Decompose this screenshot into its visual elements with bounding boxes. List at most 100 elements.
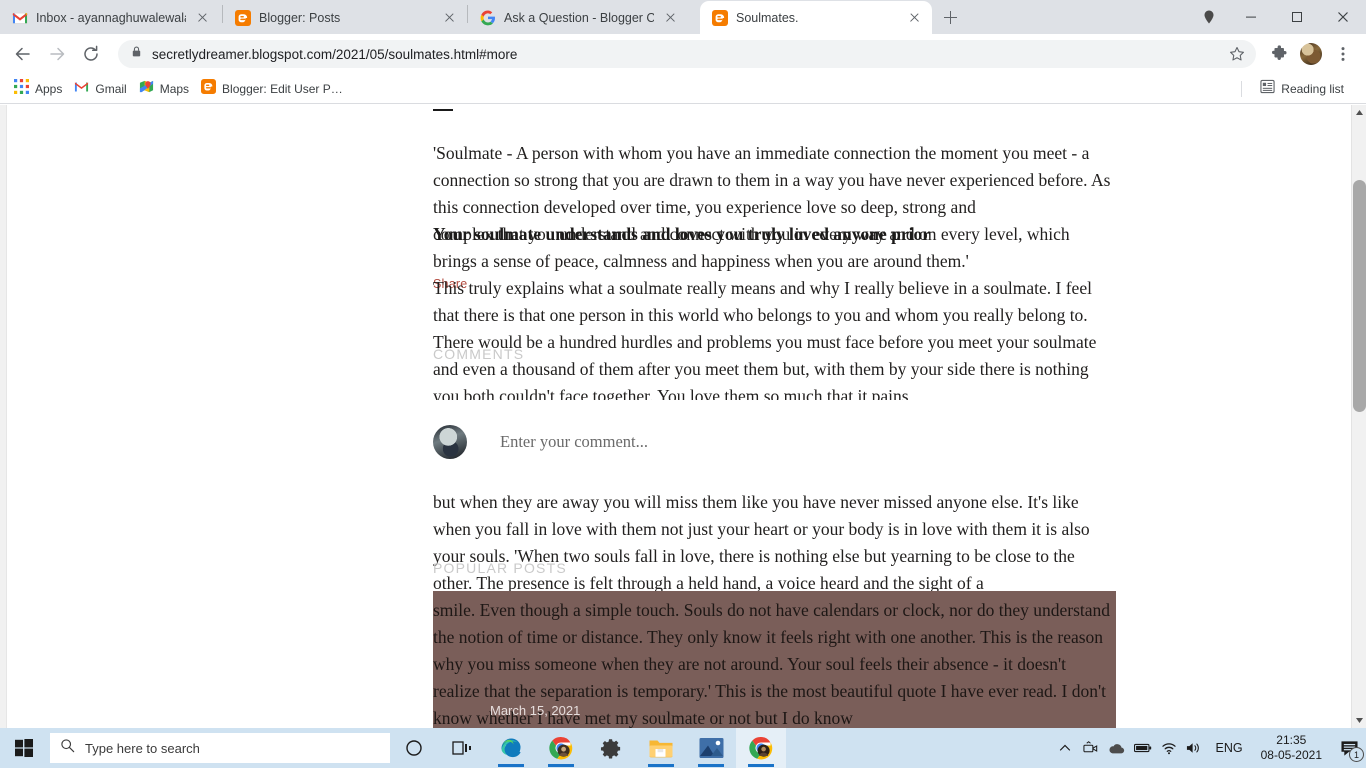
blogger-icon (712, 9, 728, 26)
ghost-overlay-text: Your soulmate understands and loves you … (433, 224, 931, 244)
bookmark-label: Apps (35, 81, 63, 96)
scroll-down-arrow-icon[interactable] (1352, 713, 1366, 728)
browser-toolbar: secretlydreamer.blogspot.com/2021/05/sou… (0, 34, 1366, 74)
search-placeholder: Type here to search (85, 740, 200, 756)
reading-list-button[interactable]: Reading list (1256, 77, 1352, 101)
avatar (1300, 43, 1322, 65)
url-text: secretlydreamer.blogspot.com/2021/05/sou… (152, 46, 518, 62)
forward-button[interactable] (42, 39, 72, 69)
post-paragraph-1: 'Soulmate - A person with whom you have … (433, 140, 1115, 221)
scrollbar-thumb[interactable] (1353, 180, 1366, 412)
post-separator-dash (433, 109, 453, 111)
clock-date: 08-05-2021 (1260, 748, 1322, 762)
browser-tab-soulmates[interactable]: Soulmates. (700, 1, 932, 34)
gmail-icon (12, 10, 28, 26)
bookmark-label: Blogger: Edit User P… (222, 81, 343, 96)
battery-icon[interactable] (1130, 728, 1156, 768)
minimize-button[interactable] (1228, 0, 1274, 34)
close-icon[interactable] (194, 9, 212, 27)
onedrive-icon[interactable] (1104, 728, 1130, 768)
star-icon[interactable] (1228, 45, 1246, 68)
taskbar-app-settings[interactable] (586, 728, 636, 768)
tab-title: Inbox - ayannaghuwalewala@gm (36, 10, 186, 25)
blogger-icon (235, 9, 251, 26)
window-controls (1190, 0, 1366, 34)
reload-button[interactable] (76, 39, 106, 69)
scroll-up-arrow-icon[interactable] (1352, 105, 1366, 120)
browser-tab-blogger-posts[interactable]: Blogger: Posts (223, 1, 467, 34)
browser-tab-blogger-community[interactable]: Ask a Question - Blogger Commu (468, 1, 700, 34)
taskbar-app-google-chrome-2[interactable] (736, 728, 786, 768)
bookmark-apps[interactable]: Apps (10, 77, 70, 101)
bookmark-label: Gmail (95, 81, 127, 96)
bookmark-blogger-edit-user-profile[interactable]: Blogger: Edit User P… (197, 77, 351, 101)
address-bar[interactable]: secretlydreamer.blogspot.com/2021/05/sou… (118, 40, 1256, 68)
page-scrollbar[interactable] (1351, 105, 1366, 728)
windows-taskbar: Type here to search ENG 21:35 08-05-2021… (0, 728, 1366, 768)
close-icon[interactable] (441, 9, 459, 27)
close-window-button[interactable] (1320, 0, 1366, 34)
system-tray: ENG 21:35 08-05-2021 1 (1052, 728, 1366, 768)
browser-tab-gmail[interactable]: Inbox - ayannaghuwalewala@gm (0, 1, 222, 34)
language-indicator[interactable]: ENG (1208, 741, 1251, 755)
maximize-button[interactable] (1274, 0, 1320, 34)
page-viewport: 'Soulmate - A person with whom you have … (0, 105, 1366, 728)
paragraph-text: This truly explains what a soulmate real… (433, 278, 1097, 400)
comment-input-placeholder[interactable]: Enter your comment... (500, 432, 648, 452)
comments-section-label: COMMENTS (433, 346, 525, 362)
tab-title: Ask a Question - Blogger Commu (504, 10, 654, 25)
taskbar-search-box[interactable]: Type here to search (50, 733, 390, 763)
extensions-puzzle-icon[interactable] (1264, 39, 1294, 69)
chrome-browser-window: Inbox - ayannaghuwalewala@gm Blogger: Po… (0, 0, 1366, 728)
chevron-up-icon[interactable] (1052, 728, 1078, 768)
start-button[interactable] (0, 728, 48, 768)
bookmark-label: Maps (159, 81, 190, 96)
new-tab-button[interactable] (936, 3, 964, 31)
comment-input-row[interactable]: Enter your comment... (433, 425, 648, 459)
bookmark-maps[interactable]: Maps (135, 77, 197, 101)
notifications-button[interactable]: 1 (1332, 728, 1366, 768)
cortana-button[interactable] (390, 728, 438, 768)
popular-posts-label: POPULAR POSTS (433, 560, 567, 576)
profile-indicator-icon[interactable] (1190, 0, 1228, 34)
taskbar-app-photos[interactable] (686, 728, 736, 768)
notification-badge: 1 (1349, 747, 1364, 762)
avatar (433, 425, 467, 459)
close-icon[interactable] (662, 9, 680, 27)
camera-icon[interactable] (1078, 728, 1104, 768)
paragraph-text: 'Soulmate - A person with whom you have … (433, 143, 1111, 217)
tab-strip: Inbox - ayannaghuwalewala@gm Blogger: Po… (0, 0, 1366, 34)
taskbar-app-file-explorer[interactable] (636, 728, 686, 768)
reading-list-label: Reading list (1281, 81, 1344, 96)
three-dot-menu[interactable] (1328, 39, 1358, 69)
overlapping-text-line: Your soulmate understands and loves you … (433, 221, 1123, 248)
page-left-border (6, 105, 7, 728)
back-button[interactable] (8, 39, 38, 69)
taskbar-clock[interactable]: 21:35 08-05-2021 (1251, 733, 1332, 763)
reading-list-icon (1260, 79, 1275, 99)
close-icon[interactable] (906, 9, 924, 27)
taskbar-app-microsoft-edge[interactable] (486, 728, 536, 768)
reading-list-area: Reading list (1241, 77, 1356, 101)
profile-avatar[interactable] (1296, 39, 1326, 69)
tab-title: Blogger: Posts (259, 10, 341, 25)
bookmarks-divider (1241, 80, 1243, 97)
tab-title: Soulmates. (736, 10, 799, 25)
taskbar-app-google-chrome[interactable] (536, 728, 586, 768)
blogger-icon (201, 78, 217, 99)
bookmark-gmail[interactable]: Gmail (70, 77, 134, 101)
wifi-icon[interactable] (1156, 728, 1182, 768)
gmail-icon (74, 79, 89, 99)
clock-time: 21:35 (1276, 733, 1307, 747)
post-paragraph-3: This truly explains what a soulmate real… (433, 275, 1115, 400)
google-icon (480, 10, 496, 26)
volume-icon[interactable] (1182, 728, 1208, 768)
post-paragraph-2: brings a sense of peace, calmness and ha… (433, 248, 1115, 275)
bookmarks-bar: Apps Gmail Maps Blogger: Edit User P… Re… (0, 74, 1366, 104)
post-date: March 15, 2021 (490, 703, 581, 718)
apps-grid-icon (14, 78, 29, 99)
lock-icon (130, 45, 143, 63)
task-view-button[interactable] (438, 728, 486, 768)
paragraph-text: brings a sense of peace, calmness and ha… (433, 251, 969, 271)
maps-icon (139, 79, 154, 99)
